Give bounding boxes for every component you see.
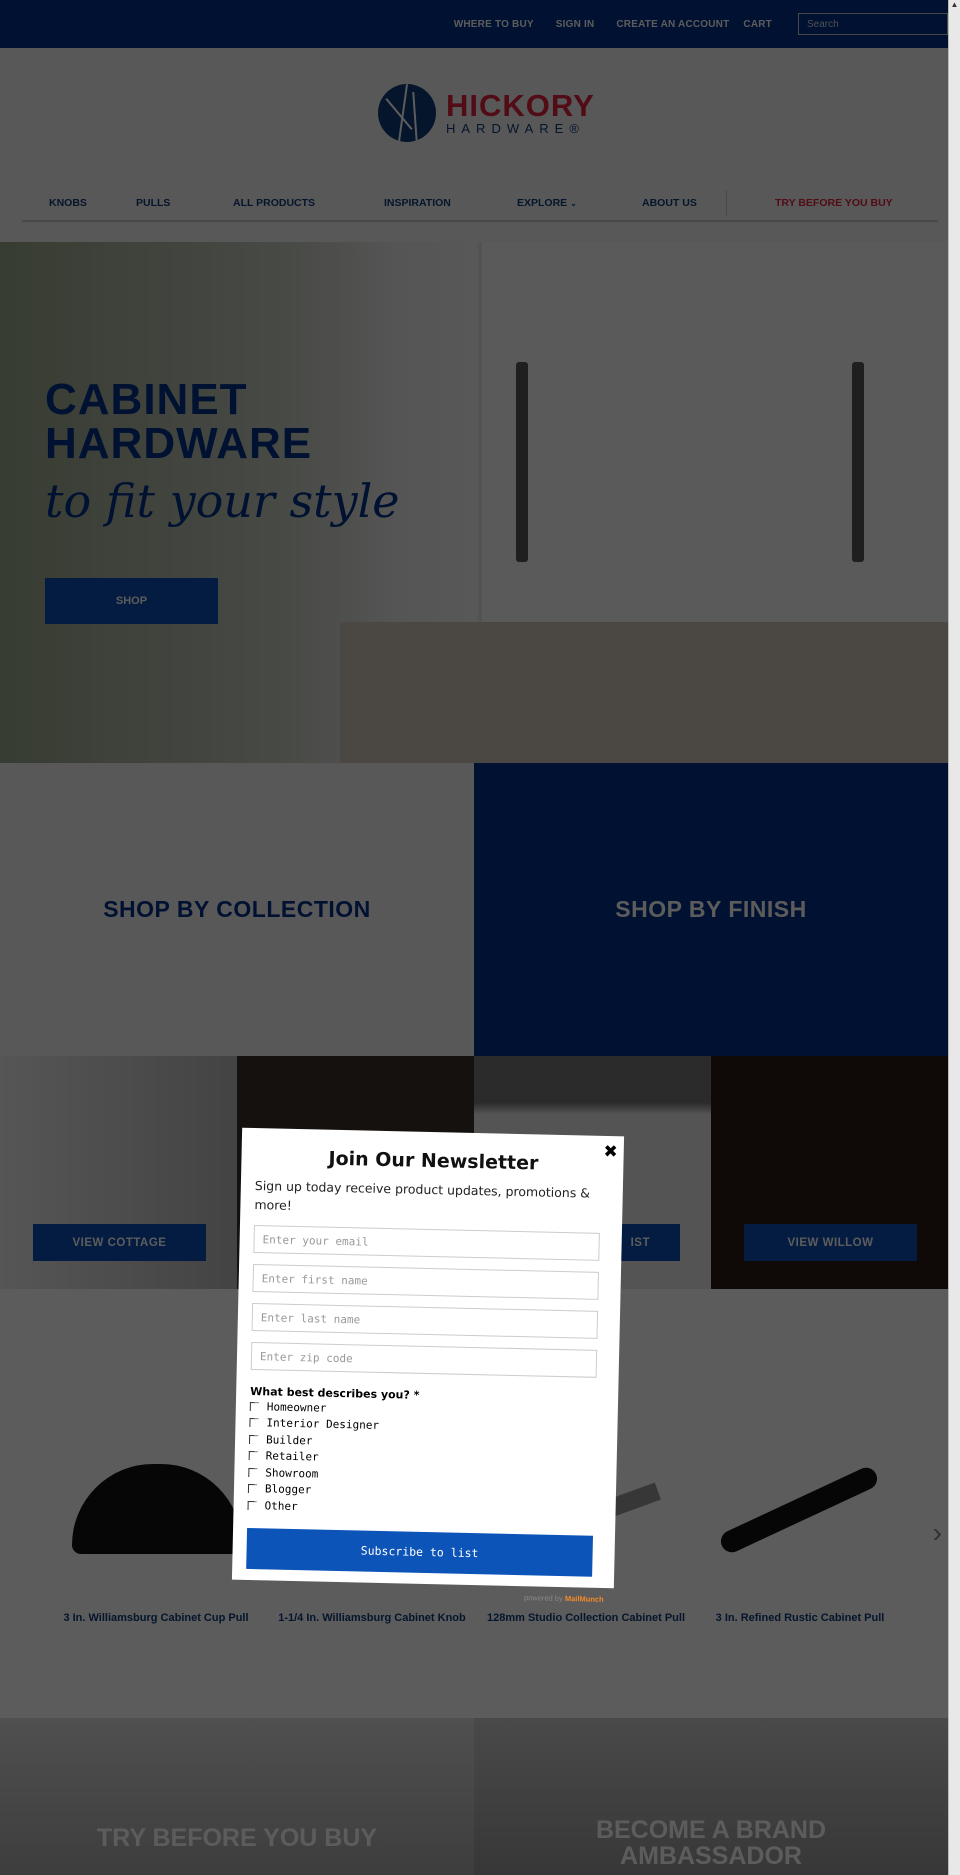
logo-subtext: HARDWARE® [446, 120, 585, 136]
shop-by-collection[interactable]: SHOP BY COLLECTION [0, 763, 474, 1056]
nav-explore[interactable]: EXPLORE ⌄ [517, 197, 577, 209]
email-field[interactable] [253, 1225, 600, 1261]
page: WHERE TO BUY SIGN IN CREATE AN ACCOUNT C… [0, 0, 948, 1875]
hero-cabinet-image [478, 242, 948, 622]
product-card[interactable]: 3 In. Williamsburg Cabinet Cup Pull [50, 1299, 262, 1627]
hero-banner: CABINET HARDWARE to fit your style SHOP [0, 242, 948, 763]
zip-code-field[interactable] [250, 1341, 598, 1378]
hero-script-text: to fit your style [45, 474, 400, 528]
cart-link[interactable]: CART [743, 19, 772, 30]
powered-by-mailmunch[interactable]: powered by MailMunch [524, 1593, 604, 1604]
collection-tile-willow[interactable]: VIEW WILLOW [711, 1056, 948, 1289]
view-cottage-button[interactable]: VIEW COTTAGE [33, 1224, 206, 1261]
checkbox[interactable] [249, 1434, 259, 1444]
shop-button[interactable]: SHOP [45, 578, 218, 624]
first-name-field[interactable] [252, 1264, 599, 1300]
newsletter-modal: ✖ Join Our Newsletter Sign up today rece… [231, 1127, 625, 1589]
nav-explore-label: EXPLORE [517, 197, 568, 209]
product-image [50, 1299, 262, 1609]
nav-try-before-you-buy[interactable]: TRY BEFORE YOU BUY [775, 197, 893, 209]
main-nav: KNOBS PULLS ALL PRODUCTS INSPIRATION EXP… [22, 186, 938, 222]
close-icon[interactable]: ✖ [603, 1142, 618, 1162]
product-image [694, 1299, 906, 1609]
top-bar: WHERE TO BUY SIGN IN CREATE AN ACCOUNT C… [0, 0, 948, 48]
try-before-you-buy-banner[interactable]: TRY BEFORE YOU BUY [0, 1718, 474, 1875]
shop-by-finish[interactable]: SHOP BY FINISH [474, 763, 948, 1056]
checkbox[interactable] [249, 1418, 259, 1428]
checkbox[interactable] [248, 1451, 258, 1461]
sign-in-link[interactable]: SIGN IN [556, 19, 595, 30]
logo-mark-icon [378, 84, 436, 142]
product-name[interactable]: 1-1/4 In. Williamsburg Cabinet Knob [266, 1609, 478, 1627]
nav-knobs[interactable]: KNOBS [49, 197, 87, 209]
where-to-buy-link[interactable]: WHERE TO BUY [454, 19, 534, 30]
chevron-down-icon: ⌄ [570, 199, 577, 208]
search-input[interactable] [798, 13, 948, 35]
nav-pulls[interactable]: PULLS [136, 197, 170, 209]
product-card[interactable]: 3 In. Refined Rustic Cabinet Pull [694, 1299, 906, 1627]
chevron-right-icon[interactable]: › [933, 1517, 942, 1549]
nav-about-us[interactable]: ABOUT US [642, 197, 697, 209]
collection-tile-cottage[interactable]: VIEW COTTAGE [0, 1056, 237, 1289]
nav-divider [726, 190, 727, 216]
view-willow-button[interactable]: VIEW WILLOW [744, 1224, 917, 1261]
subscribe-button[interactable]: Subscribe to list [246, 1527, 594, 1577]
hero-pull-image [516, 362, 528, 562]
modal-subtitle: Sign up today receive product updates, p… [254, 1178, 591, 1213]
scrollbar[interactable]: ▲ [948, 0, 960, 1875]
modal-title: Join Our Newsletter [328, 1147, 539, 1175]
logo[interactable]: HICKORY HARDWARE® [378, 84, 595, 142]
product-name[interactable]: 128mm Studio Collection Cabinet Pull [480, 1609, 692, 1627]
last-name-field[interactable] [251, 1302, 599, 1339]
scroll-up-icon[interactable]: ▲ [949, 0, 960, 14]
product-name[interactable]: 3 In. Refined Rustic Cabinet Pull [694, 1609, 906, 1627]
checkbox[interactable] [247, 1484, 258, 1494]
create-account-link[interactable]: CREATE AN ACCOUNT [616, 19, 729, 30]
brand-ambassador-title: BECOME A BRAND AMBASSADOR [595, 1816, 827, 1870]
try-before-you-buy-title: TRY BEFORE YOU BUY [96, 1824, 378, 1852]
hero-pull-image [852, 362, 864, 562]
checkbox[interactable] [247, 1500, 257, 1510]
checkbox[interactable] [248, 1467, 258, 1477]
nav-all-products[interactable]: ALL PRODUCTS [233, 197, 315, 209]
logo-text: HICKORY [446, 87, 595, 123]
nav-inspiration[interactable]: INSPIRATION [384, 197, 451, 209]
product-name[interactable]: 3 In. Williamsburg Cabinet Cup Pull [50, 1609, 262, 1627]
brand-ambassador-banner[interactable]: BECOME A BRAND AMBASSADOR [474, 1718, 948, 1875]
checkbox[interactable] [249, 1401, 259, 1411]
hero-counter-image [340, 622, 948, 763]
hero-title: CABINET HARDWARE [45, 375, 313, 468]
